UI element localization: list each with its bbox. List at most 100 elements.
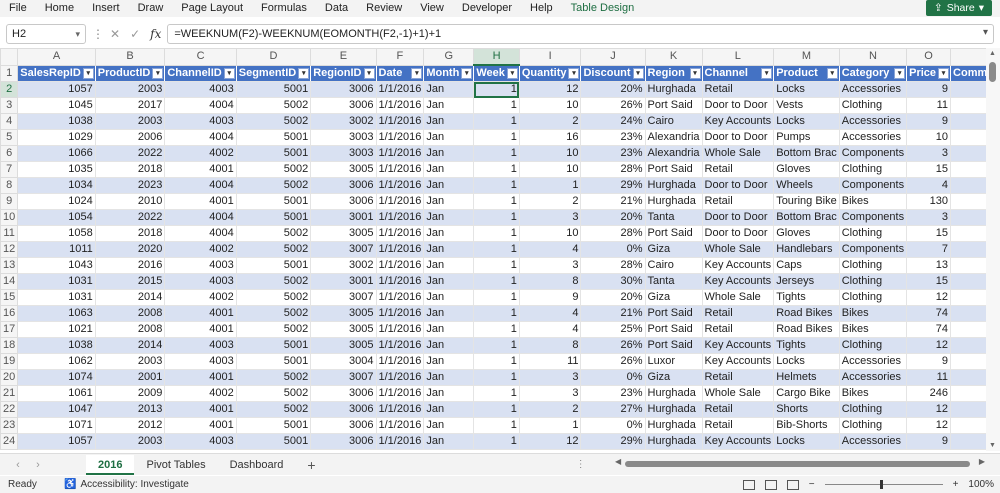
zoom-in-icon[interactable]: + (953, 479, 959, 490)
table-cell[interactable]: 4001 (164, 417, 237, 434)
table-cell[interactable]: 15 (906, 273, 952, 290)
table-cell[interactable]: 1/1/2016 (376, 305, 425, 322)
table-cell[interactable]: 4003 (164, 337, 237, 354)
table-cell[interactable]: Bikes (839, 321, 908, 338)
column-header-m[interactable]: M (773, 48, 840, 66)
table-cell[interactable]: 3003 (310, 145, 377, 162)
table-cell[interactable]: Vests (773, 97, 840, 114)
table-cell[interactable]: Door to Door (702, 225, 775, 242)
column-title[interactable]: Discount ▾ (580, 65, 646, 82)
filter-dropdown-icon[interactable]: ▾ (894, 67, 906, 79)
table-cell[interactable]: 4001 (164, 305, 237, 322)
table-cell[interactable]: Jan (423, 209, 475, 226)
scroll-down-icon[interactable]: ▼ (989, 442, 996, 449)
table-cell[interactable]: 1 (473, 193, 520, 210)
menu-item-help[interactable]: Help (521, 0, 562, 17)
table-cell[interactable]: 10 (519, 225, 582, 242)
table-cell[interactable]: Whole Sale (702, 289, 775, 306)
table-cell[interactable]: 5001 (236, 433, 312, 450)
table-cell[interactable]: Bikes (839, 193, 908, 210)
table-cell[interactable]: Hurghada (645, 177, 703, 194)
filter-dropdown-icon[interactable]: ▾ (506, 68, 518, 79)
table-cell[interactable]: 10 (519, 97, 582, 114)
column-header-n[interactable]: N (838, 48, 908, 66)
table-cell[interactable]: 2 (519, 113, 582, 130)
table-cell[interactable]: 5002 (236, 289, 312, 306)
table-cell[interactable]: 2020 (95, 241, 166, 258)
table-cell[interactable]: Giza (645, 289, 703, 306)
table-cell[interactable]: 1045 (17, 97, 96, 114)
table-cell[interactable]: Jan (423, 241, 475, 258)
table-cell[interactable]: 5001 (236, 145, 312, 162)
table-cell[interactable]: 1/1/2016 (376, 129, 425, 146)
table-cell[interactable]: 2012 (95, 417, 166, 434)
table-cell[interactable]: Components (839, 241, 908, 258)
table-cell[interactable]: Retail (702, 369, 775, 386)
table-cell[interactable]: Whole Sale (702, 385, 775, 402)
table-cell[interactable]: 5 (950, 113, 986, 130)
table-cell[interactable]: 2006 (95, 129, 166, 146)
table-cell[interactable]: 5 (950, 353, 986, 370)
table-cell[interactable]: 2017 (95, 97, 166, 114)
table-cell[interactable]: 1057 (17, 81, 96, 98)
row-header[interactable]: 18 (0, 337, 19, 354)
table-cell[interactable]: 1/1/2016 (376, 369, 425, 386)
column-header-c[interactable]: C (164, 48, 237, 66)
table-cell[interactable]: 12 (906, 337, 952, 354)
table-cell[interactable]: 1 (473, 97, 520, 114)
table-cell[interactable]: Key Accounts (702, 337, 775, 354)
row-header[interactable]: 19 (0, 353, 19, 370)
table-cell[interactable]: Bib-Shorts (773, 417, 840, 434)
table-cell[interactable]: 4001 (164, 321, 237, 338)
table-cell[interactable]: 2022 (95, 145, 166, 162)
table-cell[interactable]: 1035 (17, 161, 96, 178)
menu-item-table-design[interactable]: Table Design (562, 0, 644, 17)
scroll-thumb[interactable] (625, 461, 970, 467)
table-cell[interactable]: 4 (519, 305, 582, 322)
table-cell[interactable]: Jan (423, 145, 475, 162)
table-cell[interactable]: Clothing (839, 161, 908, 178)
table-cell[interactable]: 2018 (95, 161, 166, 178)
table-cell[interactable]: Port Said (645, 337, 703, 354)
table-cell[interactable]: 2016 (95, 257, 166, 274)
zoom-level[interactable]: 100% (968, 479, 994, 490)
row-header[interactable]: 17 (0, 321, 19, 338)
table-cell[interactable]: 1031 (17, 273, 96, 290)
table-cell[interactable]: 5 (950, 129, 986, 146)
table-cell[interactable]: 1 (473, 353, 520, 370)
table-cell[interactable]: 37 (950, 305, 986, 322)
table-cell[interactable]: 20% (580, 81, 646, 98)
column-header-b[interactable]: B (94, 48, 166, 66)
menu-item-home[interactable]: Home (36, 0, 83, 17)
table-cell[interactable]: 5001 (236, 257, 312, 274)
table-cell[interactable]: 1 (473, 177, 520, 194)
table-cell[interactable]: 4003 (164, 353, 237, 370)
table-cell[interactable]: Jan (423, 193, 475, 210)
table-cell[interactable]: Clothing (839, 273, 908, 290)
table-cell[interactable]: 1/1/2016 (376, 273, 425, 290)
table-cell[interactable]: 1047 (17, 401, 96, 418)
menu-item-developer[interactable]: Developer (453, 0, 521, 17)
table-cell[interactable]: 2015 (95, 273, 166, 290)
table-cell[interactable]: 2 (519, 193, 582, 210)
table-cell[interactable]: Alexandria (645, 129, 703, 146)
table-cell[interactable]: 10 (906, 129, 952, 146)
table-cell[interactable]: 5002 (236, 241, 312, 258)
table-cell[interactable]: 3002 (310, 113, 377, 130)
table-cell[interactable]: 1 (473, 337, 520, 354)
table-cell[interactable]: Port Said (645, 225, 703, 242)
filter-dropdown-icon[interactable]: ▾ (152, 67, 164, 79)
share-button[interactable]: ⇪ Share ▾ (925, 0, 992, 16)
table-cell[interactable]: 1/1/2016 (376, 161, 425, 178)
table-cell[interactable]: 5001 (236, 129, 312, 146)
table-cell[interactable]: Jan (423, 401, 475, 418)
filter-dropdown-icon[interactable]: ▾ (82, 67, 94, 79)
table-cell[interactable]: Clothing (839, 289, 908, 306)
table-cell[interactable]: 1074 (17, 369, 96, 386)
table-cell[interactable]: Retail (702, 305, 775, 322)
table-cell[interactable]: 5002 (236, 177, 312, 194)
table-cell[interactable]: 3002 (310, 257, 377, 274)
table-cell[interactable]: 1 (473, 209, 520, 226)
table-cell[interactable]: 8 (950, 161, 986, 178)
table-cell[interactable]: 15 (906, 225, 952, 242)
